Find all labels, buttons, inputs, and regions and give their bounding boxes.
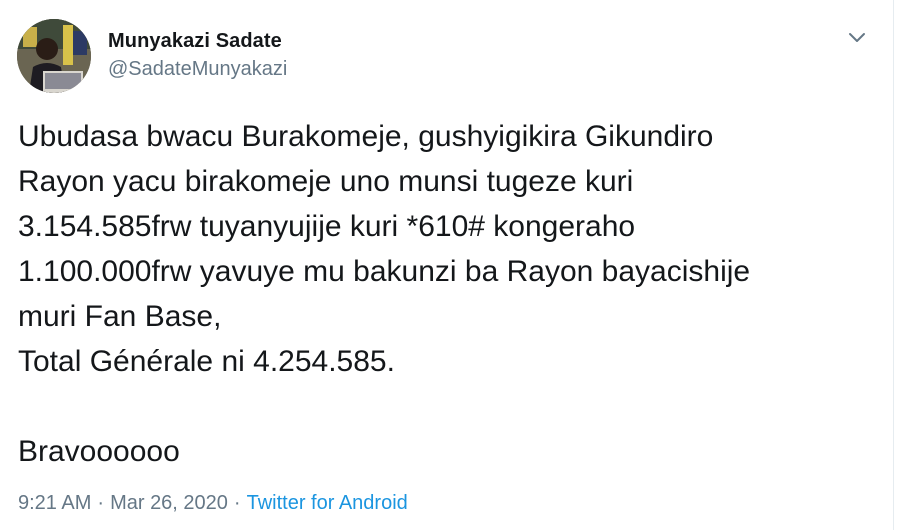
tweet-card: Munyakazi Sadate @SadateMunyakazi Ubudas… xyxy=(0,0,894,530)
author-name[interactable]: Munyakazi Sadate xyxy=(108,30,282,53)
avatar[interactable] xyxy=(17,19,91,93)
tweet-source-link[interactable]: Twitter for Android xyxy=(247,492,408,514)
tweet-date[interactable]: Mar 26, 2020 xyxy=(110,492,228,514)
meta-separator: · xyxy=(233,492,241,514)
meta-separator: · xyxy=(97,492,105,514)
chevron-down-icon[interactable] xyxy=(845,26,869,50)
author-handle[interactable]: @SadateMunyakazi xyxy=(108,58,287,81)
tweet-time[interactable]: 9:21 AM xyxy=(18,492,91,514)
tweet-text: Ubudasa bwacu Burakomeje, gushyigikira G… xyxy=(18,120,751,468)
tweet-metadata: 9:21 AM · Mar 26, 2020 · Twitter for Android xyxy=(18,492,408,515)
